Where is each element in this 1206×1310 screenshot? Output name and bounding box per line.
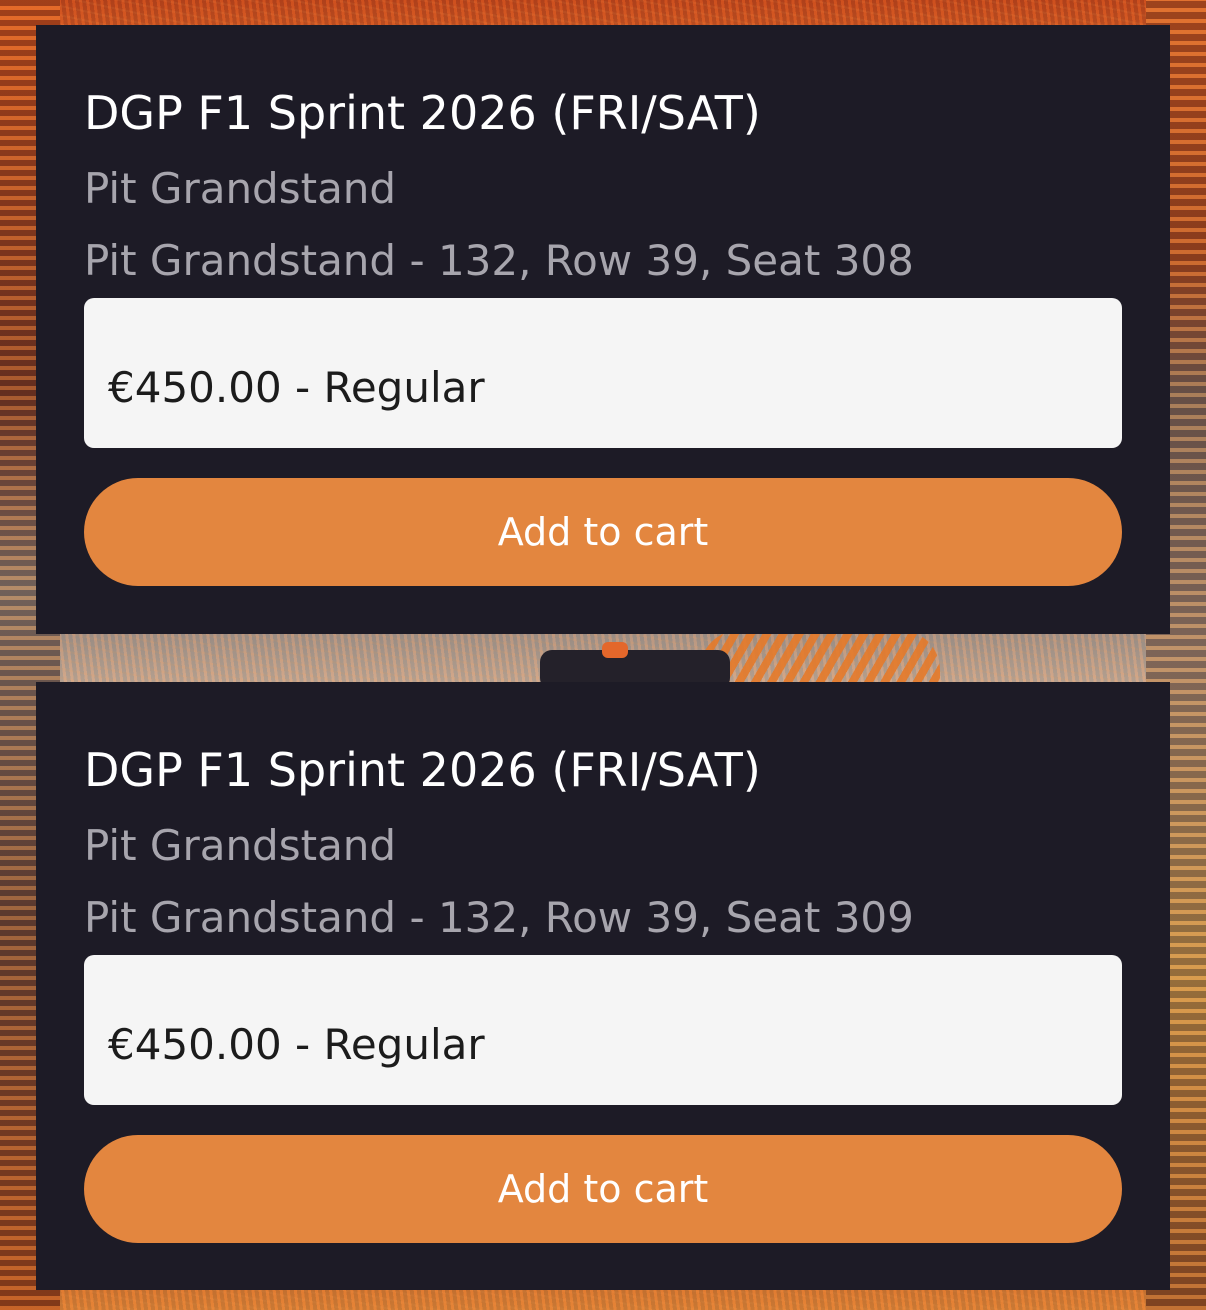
seat-location: Pit Grandstand - 132, Row 39, Seat 308 (84, 236, 914, 285)
event-title: DGP F1 Sprint 2026 (FRI/SAT) (84, 743, 761, 797)
add-to-cart-button[interactable]: Add to cart (84, 1135, 1122, 1243)
grandstand-name: Pit Grandstand (84, 821, 397, 870)
ticket-card: DGP F1 Sprint 2026 (FRI/SAT) Pit Grandst… (36, 25, 1170, 634)
price-option-value: €450.00 - Regular (108, 362, 485, 412)
add-to-cart-button[interactable]: Add to cart (84, 478, 1122, 586)
ticket-card: DGP F1 Sprint 2026 (FRI/SAT) Pit Grandst… (36, 682, 1170, 1290)
event-title: DGP F1 Sprint 2026 (FRI/SAT) (84, 86, 761, 140)
grandstand-name: Pit Grandstand (84, 164, 397, 213)
price-option-select[interactable]: €450.00 - Regular (84, 955, 1122, 1105)
price-option-select[interactable]: €450.00 - Regular (84, 298, 1122, 448)
price-option-value: €450.00 - Regular (108, 1019, 485, 1069)
seat-location: Pit Grandstand - 132, Row 39, Seat 309 (84, 893, 914, 942)
